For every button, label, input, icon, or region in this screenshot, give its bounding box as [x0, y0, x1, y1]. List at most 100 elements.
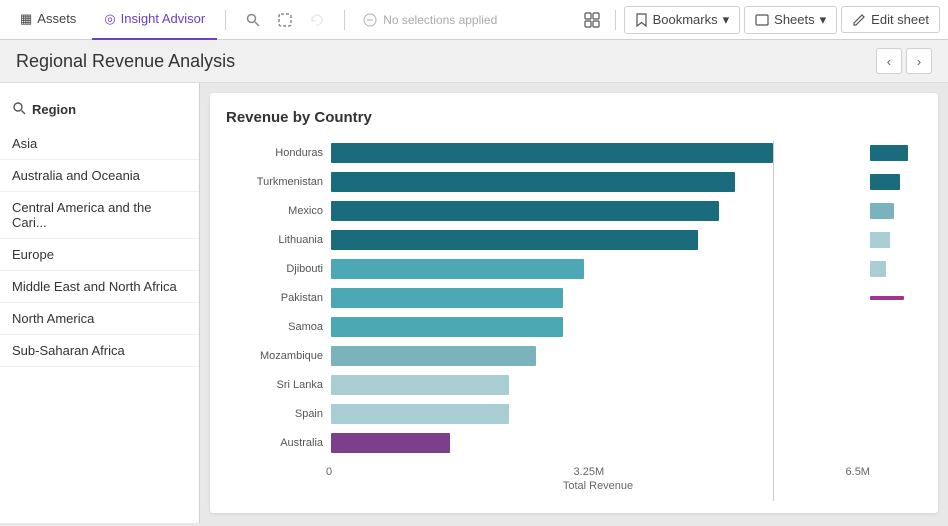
mini-bar-row	[870, 140, 922, 166]
bar	[331, 230, 698, 250]
lasso-btn[interactable]	[270, 5, 300, 35]
no-selections-label: No selections applied	[383, 13, 497, 27]
mini-bar-row	[870, 401, 922, 427]
mini-bar	[870, 296, 904, 300]
edit-sheet-btn[interactable]: Edit sheet	[841, 6, 940, 33]
filter-list-item[interactable]: Europe	[0, 239, 199, 271]
grid-view-btn[interactable]	[577, 5, 607, 35]
bar-label: Mozambique	[226, 350, 331, 362]
bar-label: Sri Lanka	[226, 379, 331, 391]
filter-search-icon	[12, 101, 26, 118]
bar-container	[331, 172, 870, 192]
bar	[331, 375, 509, 395]
bar-container	[331, 317, 870, 337]
assets-tab[interactable]: ▦ Assets	[8, 0, 88, 40]
page-header: Regional Revenue Analysis ‹ ›	[0, 40, 948, 83]
bar-label: Spain	[226, 408, 331, 420]
bar-rows: Honduras Turkmenistan Mexico Lithuania Djibo…	[226, 140, 870, 464]
sheets-chevron: ▾	[820, 12, 827, 28]
assets-icon: ▦	[20, 11, 32, 27]
bookmarks-btn[interactable]: Bookmarks ▾	[624, 6, 741, 34]
bar	[331, 433, 450, 453]
bar	[331, 346, 536, 366]
sheets-btn[interactable]: Sheets ▾	[744, 6, 837, 34]
filter-list-item[interactable]: Asia	[0, 128, 199, 160]
edit-sheet-label: Edit sheet	[871, 12, 929, 27]
bar-label: Pakistan	[226, 292, 331, 304]
mini-bar-rows	[870, 140, 922, 460]
bar	[331, 172, 735, 192]
bar-label: Djibouti	[226, 263, 331, 275]
insight-tab-label: Insight Advisor	[121, 11, 206, 26]
mini-bar-row	[870, 198, 922, 224]
filter-header: Region	[0, 95, 199, 128]
main-chart-area: Honduras Turkmenistan Mexico Lithuania Djibo…	[226, 140, 870, 492]
right-tools: Bookmarks ▾ Sheets ▾ Edit sheet	[577, 5, 940, 35]
insight-advisor-tab[interactable]: ◎ Insight Advisor	[92, 0, 217, 40]
x-label-1: 3.25M	[574, 466, 605, 478]
mini-bar	[870, 203, 894, 219]
bar-label: Lithuania	[226, 234, 331, 246]
prev-page-btn[interactable]: ‹	[876, 48, 902, 74]
chart-panel: Revenue by Country Honduras Turkmenistan M…	[210, 93, 938, 513]
bar-label: Turkmenistan	[226, 176, 331, 188]
bar	[331, 143, 773, 163]
tab-divider	[225, 10, 226, 30]
bar-label: Honduras	[226, 147, 331, 159]
chart-body: Honduras Turkmenistan Mexico Lithuania Djibo…	[226, 140, 922, 492]
bar	[331, 317, 563, 337]
top-bar: ▦ Assets ◎ Insight Advisor No selections…	[0, 0, 948, 40]
mini-bar-row	[870, 256, 922, 282]
bar-container	[331, 201, 870, 221]
bar-label: Australia	[226, 437, 331, 449]
filter-list-item[interactable]: Central America and the Cari...	[0, 192, 199, 239]
mini-bar	[870, 174, 900, 190]
next-page-btn[interactable]: ›	[906, 48, 932, 74]
search-tool-btn[interactable]	[238, 5, 268, 35]
sheets-label: Sheets	[774, 12, 814, 27]
mini-bar	[870, 145, 908, 161]
mini-bar	[870, 261, 886, 277]
x-label-2: 6.5M	[846, 466, 870, 478]
bar	[331, 201, 719, 221]
mini-bars-column	[870, 140, 922, 492]
bar	[331, 404, 509, 424]
x-label-0: 0	[326, 466, 332, 478]
filter-list: AsiaAustralia and OceaniaCentral America…	[0, 128, 199, 367]
left-panel: Region AsiaAustralia and OceaniaCentral …	[0, 83, 200, 523]
bar-container	[331, 404, 870, 424]
undo-btn[interactable]	[302, 5, 332, 35]
mini-bar-row	[870, 169, 922, 195]
insight-icon: ◎	[104, 11, 115, 27]
filter-list-item[interactable]: Sub-Saharan Africa	[0, 335, 199, 367]
mini-bar-row	[870, 314, 922, 340]
bar-label: Samoa	[226, 321, 331, 333]
chart-title: Revenue by Country	[226, 109, 922, 126]
reference-line	[773, 141, 774, 501]
no-selections-indicator: No selections applied	[353, 13, 507, 27]
filter-list-item[interactable]: Australia and Oceania	[0, 160, 199, 192]
bar-container	[331, 230, 870, 250]
toolbar-icons	[238, 5, 332, 35]
bar-label: Mexico	[226, 205, 331, 217]
bar-container	[331, 346, 870, 366]
bar-container	[331, 433, 870, 453]
mini-bar	[870, 232, 890, 248]
mini-bar-row	[870, 227, 922, 253]
divider-2	[344, 10, 345, 30]
page-title: Regional Revenue Analysis	[16, 51, 235, 72]
filter-list-item[interactable]: North America	[0, 303, 199, 335]
mini-bar-row	[870, 430, 922, 456]
mini-bar-row	[870, 285, 922, 311]
bar-container	[331, 375, 870, 395]
bar-container	[331, 143, 870, 163]
bar-row: Honduras	[226, 140, 870, 166]
bookmarks-label: Bookmarks	[653, 12, 718, 27]
bar-container	[331, 259, 870, 279]
divider-3	[615, 10, 616, 30]
bookmarks-chevron: ▾	[723, 12, 730, 28]
filter-label: Region	[32, 102, 76, 117]
filter-list-item[interactable]: Middle East and North Africa	[0, 271, 199, 303]
assets-tab-label: Assets	[37, 11, 76, 26]
bar	[331, 259, 584, 279]
